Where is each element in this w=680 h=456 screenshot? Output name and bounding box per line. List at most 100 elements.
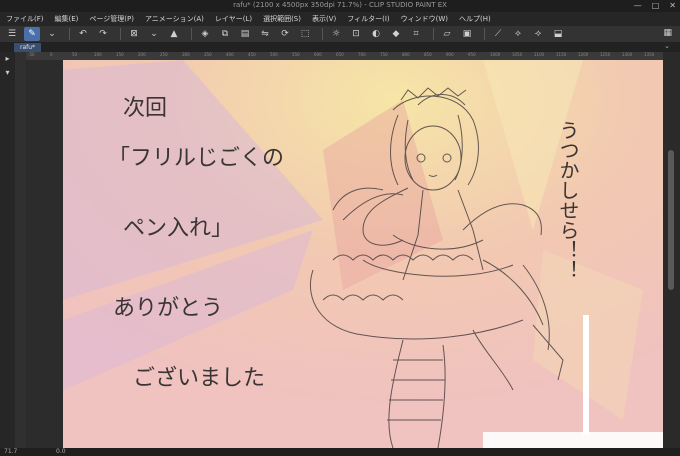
tab-document[interactable]: rafu* (14, 43, 42, 52)
left-tool-strip: ▸ ▾ (0, 52, 15, 448)
ruler-tick-label: 1150 (556, 52, 567, 57)
eraser-icon[interactable]: ⟢ (530, 27, 546, 41)
window-title: rafu* (2100 x 4500px 350dpi 71.7%) - CLI… (233, 1, 447, 9)
angle-value[interactable]: 0.0 (56, 448, 66, 455)
ruler-tick-label: 1200 (578, 52, 589, 57)
ruler-tick-label: 1050 (512, 52, 523, 57)
canvas-area[interactable]: 次回 「フリルじごくの ペン入れ」 ありがとう ございました うつかしせら！！ (26, 60, 663, 448)
note-line-3: ペン入れ」 (123, 216, 233, 241)
paint-bucket-icon[interactable]: ◆ (388, 27, 404, 41)
ruler-tick-label: 650 (336, 52, 344, 57)
title-bar: rafu* (2100 x 4500px 350dpi 71.7%) - CLI… (0, 0, 680, 12)
menu-help[interactable]: ヘルプ(H) (459, 14, 491, 24)
toolbar-divider (484, 28, 485, 40)
dropdown-icon[interactable]: ⌄ (146, 27, 162, 41)
ruler-tick-label: 250 (160, 52, 168, 57)
ruler-tick-label: 600 (314, 52, 322, 57)
paste-icon[interactable]: ▤ (237, 27, 253, 41)
menu-file[interactable]: ファイル(F) (6, 14, 44, 24)
scrollbar-thumb[interactable] (668, 150, 674, 290)
crop-icon[interactable]: ⌗ (408, 27, 424, 41)
flip-icon[interactable]: ⇋ (257, 27, 273, 41)
ruler-tick-label: 50 (72, 52, 78, 57)
layer-icon[interactable]: ▱ (439, 27, 455, 41)
toolbar-divider (191, 28, 192, 40)
panel-toggle-icon[interactable]: ▾ (0, 66, 15, 80)
note-line-4: ありがとう (113, 296, 223, 321)
command-bar: ☰ ✎ ⌄ ↶ ↷ ⊠ ⌄ ▲ ◈ ⧉ ▤ ⇋ ⟳ ⬚ ☼ ⊡ ◐ ◆ ⌗ ▱ … (0, 26, 680, 42)
selection-icon[interactable]: ⬚ (297, 27, 313, 41)
toolbar-divider (120, 28, 121, 40)
maximize-button[interactable]: □ (652, 1, 660, 10)
dropdown-icon[interactable]: ⌄ (44, 27, 60, 41)
ruler-tick-label: 750 (380, 52, 388, 57)
canvas-artwork[interactable]: 次回 「フリルじごくの ペン入れ」 ありがとう ございました うつかしせら！！ (63, 60, 663, 448)
copy-icon[interactable]: ⧉ (217, 27, 233, 41)
menu-animation[interactable]: アニメーション(A) (145, 14, 204, 24)
grid-icon[interactable]: ▦ (663, 28, 672, 38)
menu-selection[interactable]: 選択範囲(S) (263, 14, 301, 24)
ruler-tick-label: 150 (116, 52, 124, 57)
handwritten-side-text: うつかしせら！！ (556, 120, 580, 280)
close-button[interactable]: ✕ (669, 1, 676, 10)
ruler-tick-label: 450 (248, 52, 256, 57)
menu-icon[interactable]: ☰ (4, 27, 20, 41)
toolbar-divider (433, 28, 434, 40)
transform-icon[interactable]: ◈ (197, 27, 213, 41)
ruler-tick-label: 400 (226, 52, 234, 57)
brush-settings-icon[interactable]: ⟡ (510, 27, 526, 41)
status-bar: 71.7 0.0 (0, 448, 680, 456)
redo-icon[interactable]: ↷ (95, 27, 111, 41)
minimize-button[interactable]: — (634, 1, 642, 10)
document-tabs: rafu* ⌄ (0, 42, 680, 52)
horizontal-ruler: -50 0 50 100 150 200 250 300 350 400 450 500 550 600 6… (26, 52, 663, 60)
ruler-tick-label: 950 (468, 52, 476, 57)
menu-edit[interactable]: 編集(E) (55, 14, 79, 24)
toolbar-divider (322, 28, 323, 40)
ruler-tick-label: 850 (424, 52, 432, 57)
menu-bar: ファイル(F) 編集(E) ページ管理(P) アニメーション(A) レイヤー(L… (0, 12, 680, 26)
ruler-tick-label: 1300 (622, 52, 633, 57)
lasso-icon[interactable]: ☼ (328, 27, 344, 41)
panel-border (583, 315, 589, 435)
mask-icon[interactable]: ▣ (459, 27, 475, 41)
ruler-tick-label: 1350 (644, 52, 655, 57)
note-line-5: ございました (133, 365, 265, 391)
ruler-tick-label: -50 (28, 52, 35, 57)
ruler-tick-label: 800 (402, 52, 410, 57)
note-line-1: 次回 (123, 96, 167, 121)
ruler-tick-label: 1250 (600, 52, 611, 57)
menu-page[interactable]: ページ管理(P) (89, 14, 134, 24)
vertical-scrollbar[interactable] (663, 52, 680, 448)
color-icon[interactable]: ⬓ (550, 27, 566, 41)
clear-icon[interactable]: ⊠ (126, 27, 142, 41)
toolbar-divider (69, 28, 70, 40)
ruler-tick-label: 550 (292, 52, 300, 57)
menu-window[interactable]: ウィンドウ(W) (401, 14, 448, 24)
chevron-down-icon[interactable]: ⌄ (664, 42, 670, 50)
menu-view[interactable]: 表示(V) (312, 14, 336, 24)
panel-border (483, 432, 663, 448)
rotate-icon[interactable]: ⟳ (277, 27, 293, 41)
ruler-tick-label: 700 (358, 52, 366, 57)
ruler-tick-label: 200 (138, 52, 146, 57)
panel-toggle-icon[interactable]: ▸ (0, 52, 15, 66)
ruler-tick-label: 1000 (490, 52, 501, 57)
undo-icon[interactable]: ↶ (75, 27, 91, 41)
ruler-tick-label: 300 (182, 52, 190, 57)
ruler-tick-label: 900 (446, 52, 454, 57)
menu-layer[interactable]: レイヤー(L) (215, 14, 252, 24)
select-all-icon[interactable]: ⊡ (348, 27, 364, 41)
vertical-ruler (15, 52, 26, 448)
fill-icon[interactable]: ▲ (166, 27, 182, 41)
ruler-tick-label: 350 (204, 52, 212, 57)
note-line-2: 「フリルじごくの (108, 146, 284, 171)
ruler-tick-label: 1100 (534, 52, 545, 57)
ruler-icon[interactable]: ⟋ (490, 27, 506, 41)
ruler-tick-label: 100 (94, 52, 102, 57)
ruler-tick-label: 0 (50, 52, 53, 57)
menu-filter[interactable]: フィルター(I) (347, 14, 389, 24)
invert-icon[interactable]: ◐ (368, 27, 384, 41)
zoom-value[interactable]: 71.7 (4, 448, 17, 455)
pen-icon[interactable]: ✎ (24, 27, 40, 41)
